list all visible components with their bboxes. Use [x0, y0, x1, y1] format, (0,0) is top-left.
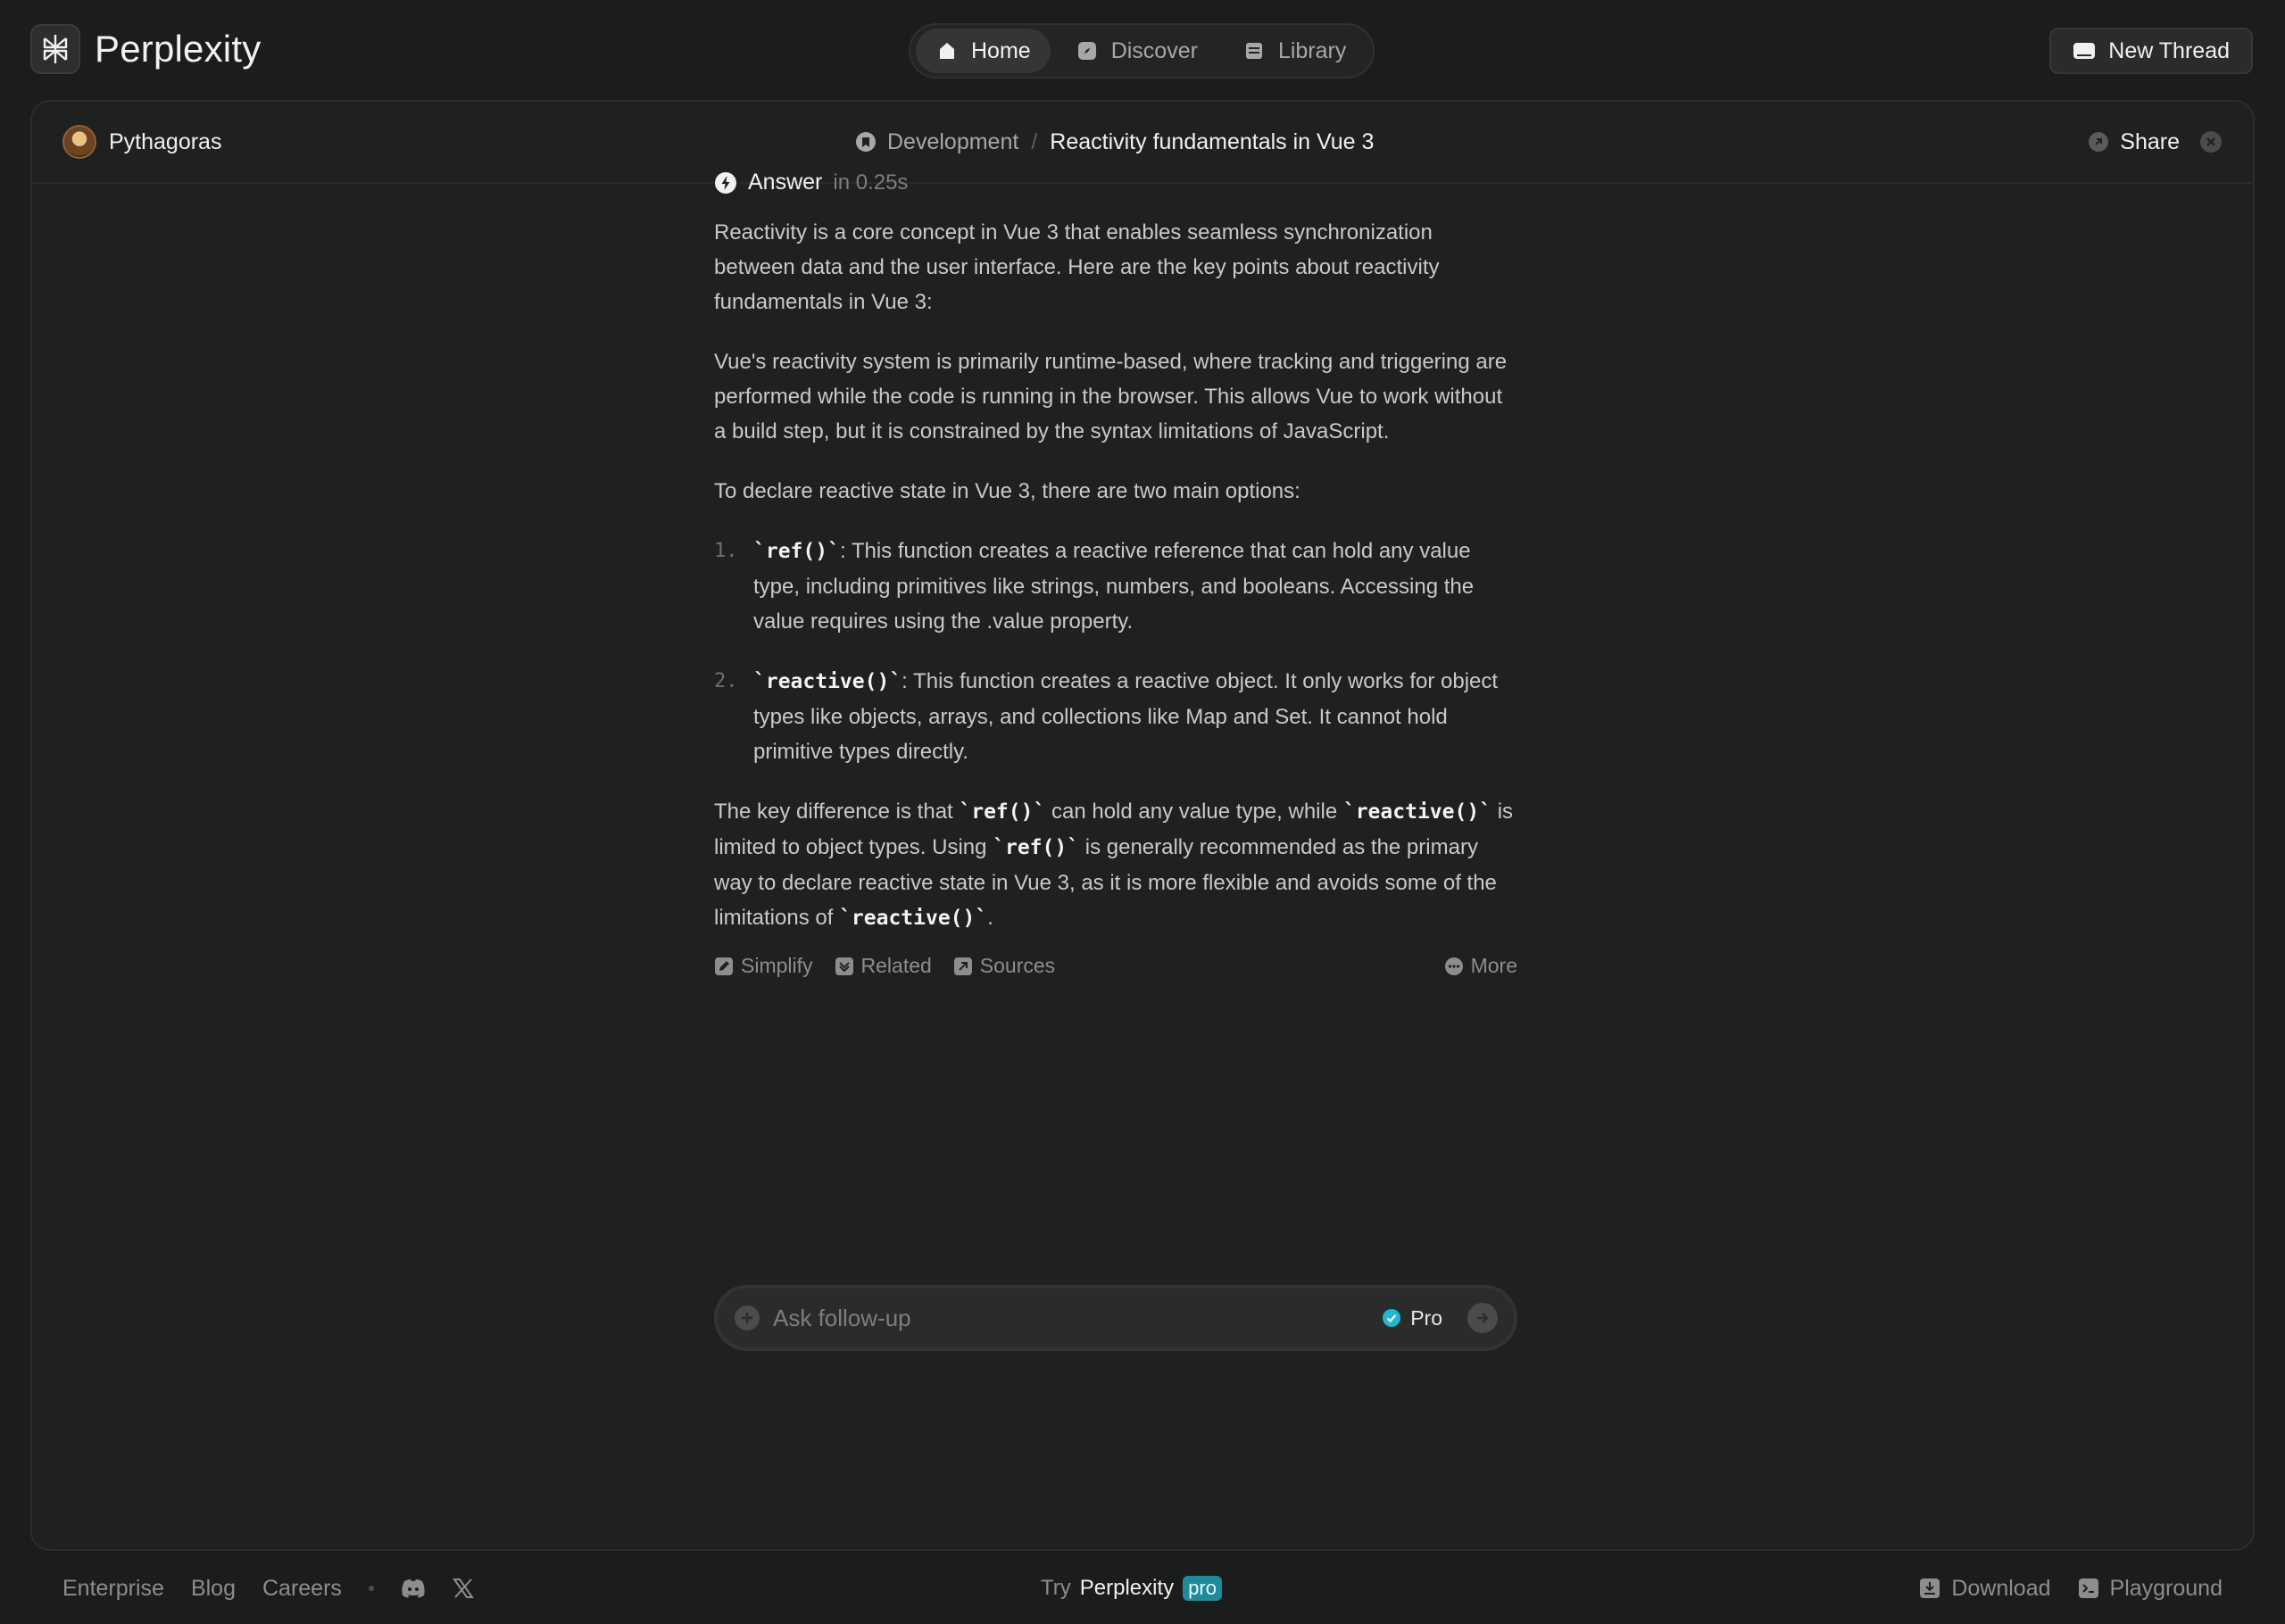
share-button[interactable]: Share [2088, 129, 2180, 155]
answer-paragraph: Reactivity is a core concept in Vue 3 th… [714, 220, 1440, 314]
answer-label: Answer [748, 170, 823, 195]
compass-icon [1076, 39, 1099, 62]
attach-plus-icon[interactable] [734, 1305, 760, 1331]
inline-code: `ref()` [993, 836, 1080, 859]
footer-links: Enterprise Blog Careers [62, 1572, 474, 1604]
inline-code: `reactive()` [753, 670, 902, 693]
followup-bar: Pro [714, 1285, 1517, 1351]
try-label: Try [1041, 1576, 1071, 1600]
avatar [62, 125, 96, 159]
sources-label: Sources [979, 954, 1056, 977]
simplify-button[interactable]: Simplify [714, 954, 813, 978]
edit-icon [714, 957, 734, 976]
inline-code: `reactive()` [1342, 800, 1492, 824]
inline-code: `ref()` [753, 540, 840, 563]
related-label: Related [860, 954, 932, 977]
inline-code: `ref()` [959, 800, 1046, 824]
share-icon [2088, 131, 2109, 153]
list-number: 1. [714, 540, 738, 562]
footer-divider [368, 1586, 374, 1591]
nav-library-label: Library [1277, 37, 1347, 63]
nav-home[interactable]: Home [916, 29, 1051, 73]
footer-link-blog[interactable]: Blog [191, 1576, 236, 1602]
answer-block: Answer in 0.25s Reactivity is a core con… [714, 170, 1517, 978]
list-item-text: `reactive()`: This function creates a re… [753, 664, 1517, 769]
nav-discover[interactable]: Discover [1056, 29, 1217, 73]
more-label: More [1470, 954, 1517, 977]
discord-icon[interactable] [401, 1578, 426, 1598]
close-icon[interactable] [2199, 130, 2223, 153]
terminal-icon [2078, 1578, 2099, 1599]
new-thread-icon [2073, 41, 2096, 61]
new-thread-label: New Thread [2108, 37, 2230, 63]
list-item-description: : This function creates a reactive refer… [753, 539, 1475, 634]
answer-time: in 0.25s [833, 170, 909, 195]
playground-label: Playground [2109, 1575, 2223, 1601]
promo-brand: Perplexity [1079, 1576, 1175, 1600]
check-circle-icon [1382, 1308, 1401, 1328]
author-name: Pythagoras [109, 128, 222, 154]
footer-link-careers[interactable]: Careers [262, 1576, 342, 1602]
arrow-right-icon [1474, 1309, 1491, 1327]
followup-input[interactable] [773, 1304, 1370, 1332]
thread-actions: Share [2088, 123, 2223, 161]
nav-discover-label: Discover [1110, 37, 1198, 63]
x-twitter-icon[interactable] [453, 1578, 474, 1599]
thread-title: Reactivity fundamentals in Vue 3 [1050, 128, 1375, 154]
footer: Enterprise Blog Careers Try Perplexity p… [0, 1553, 2285, 1624]
share-label: Share [2120, 128, 2180, 154]
download-link[interactable]: Download [1919, 1575, 2051, 1602]
sources-button[interactable]: Sources [953, 954, 1055, 978]
footer-link-enterprise[interactable]: Enterprise [62, 1576, 164, 1602]
download-label: Download [1951, 1575, 2051, 1601]
pro-toggle[interactable]: Pro [1382, 1306, 1442, 1330]
home-icon [935, 39, 959, 62]
answer-paragraph: The key difference is that `ref()` can h… [714, 794, 1517, 936]
breadcrumb: Development / Reactivity fundamentals in… [855, 123, 1374, 161]
playground-link[interactable]: Playground [2078, 1576, 2223, 1602]
answer-paragraph: To declare reactive state in Vue 3, ther… [714, 479, 1300, 503]
more-icon [1444, 957, 1464, 976]
try-pro-promo[interactable]: Try Perplexity pro [1041, 1572, 1222, 1604]
footer-actions: Download Playground [1919, 1572, 2223, 1604]
nav-home-label: Home [971, 37, 1031, 63]
brand[interactable]: Perplexity [30, 24, 261, 74]
space-icon [855, 131, 877, 153]
submit-button[interactable] [1467, 1303, 1498, 1333]
answer-header: Answer in 0.25s [714, 170, 1517, 195]
more-button[interactable]: More [1444, 954, 1517, 978]
new-thread-button[interactable]: New Thread [2049, 28, 2253, 74]
space-name: Development [887, 128, 1019, 154]
list-number: 2. [714, 670, 738, 692]
sources-icon [953, 957, 973, 976]
brand-name: Perplexity [95, 28, 262, 70]
text-run: can hold any value type, while [1045, 800, 1343, 824]
list-item: 1. `ref()`: This function creates a reac… [714, 534, 1517, 639]
breadcrumb-separator: / [1031, 128, 1038, 154]
perplexity-logo-icon [30, 24, 80, 74]
answer-actions: Simplify Related Sources More [714, 954, 1517, 978]
answer-bolt-icon [714, 171, 737, 195]
related-icon [835, 957, 854, 976]
list-item-text: `ref()`: This function creates a reactiv… [753, 534, 1517, 639]
library-icon [1242, 39, 1266, 62]
answer-list: 1. `ref()`: This function creates a reac… [714, 534, 1517, 769]
text-run: . [987, 906, 993, 930]
top-bar: Perplexity Home Discover Library New Thr… [0, 0, 2285, 100]
related-button[interactable]: Related [835, 954, 932, 978]
main-nav: Home Discover Library [909, 23, 1375, 79]
breadcrumb-space[interactable]: Development [855, 129, 1018, 155]
text-run: The key difference is that [714, 800, 960, 824]
list-item: 2. `reactive()`: This function creates a… [714, 664, 1517, 769]
pro-label: Pro [1410, 1305, 1442, 1330]
nav-library[interactable]: Library [1223, 29, 1366, 73]
simplify-label: Simplify [741, 954, 813, 977]
inline-code: `reactive()` [839, 907, 988, 930]
thread-author[interactable]: Pythagoras [62, 123, 221, 161]
pro-badge: pro [1183, 1576, 1222, 1601]
answer-paragraph: Vue's reactivity system is primarily run… [714, 350, 1508, 443]
download-icon [1919, 1578, 1940, 1599]
